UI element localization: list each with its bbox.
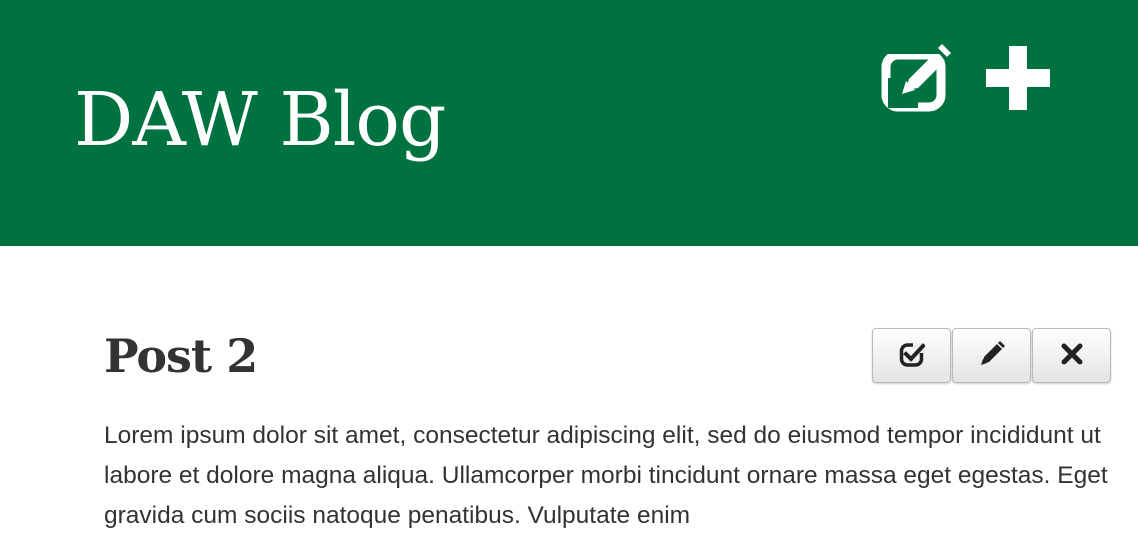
post-body: Lorem ipsum dolor sit amet, consectetur … [104,422,1108,529]
check-square-icon [899,341,926,370]
plus-icon[interactable] [986,46,1050,115]
site-header: DAW Blog [0,0,1138,246]
delete-button[interactable] [1032,328,1111,383]
edit-button[interactable] [952,328,1031,383]
publish-button[interactable] [872,328,951,383]
pencil-icon [978,340,1006,371]
post-actions [872,328,1111,383]
post-title: Post 2 [104,329,258,383]
close-icon [1060,342,1084,369]
header-actions [880,44,1050,117]
edit-square-icon[interactable] [880,44,953,117]
site-title: DAW Blog [74,77,446,163]
